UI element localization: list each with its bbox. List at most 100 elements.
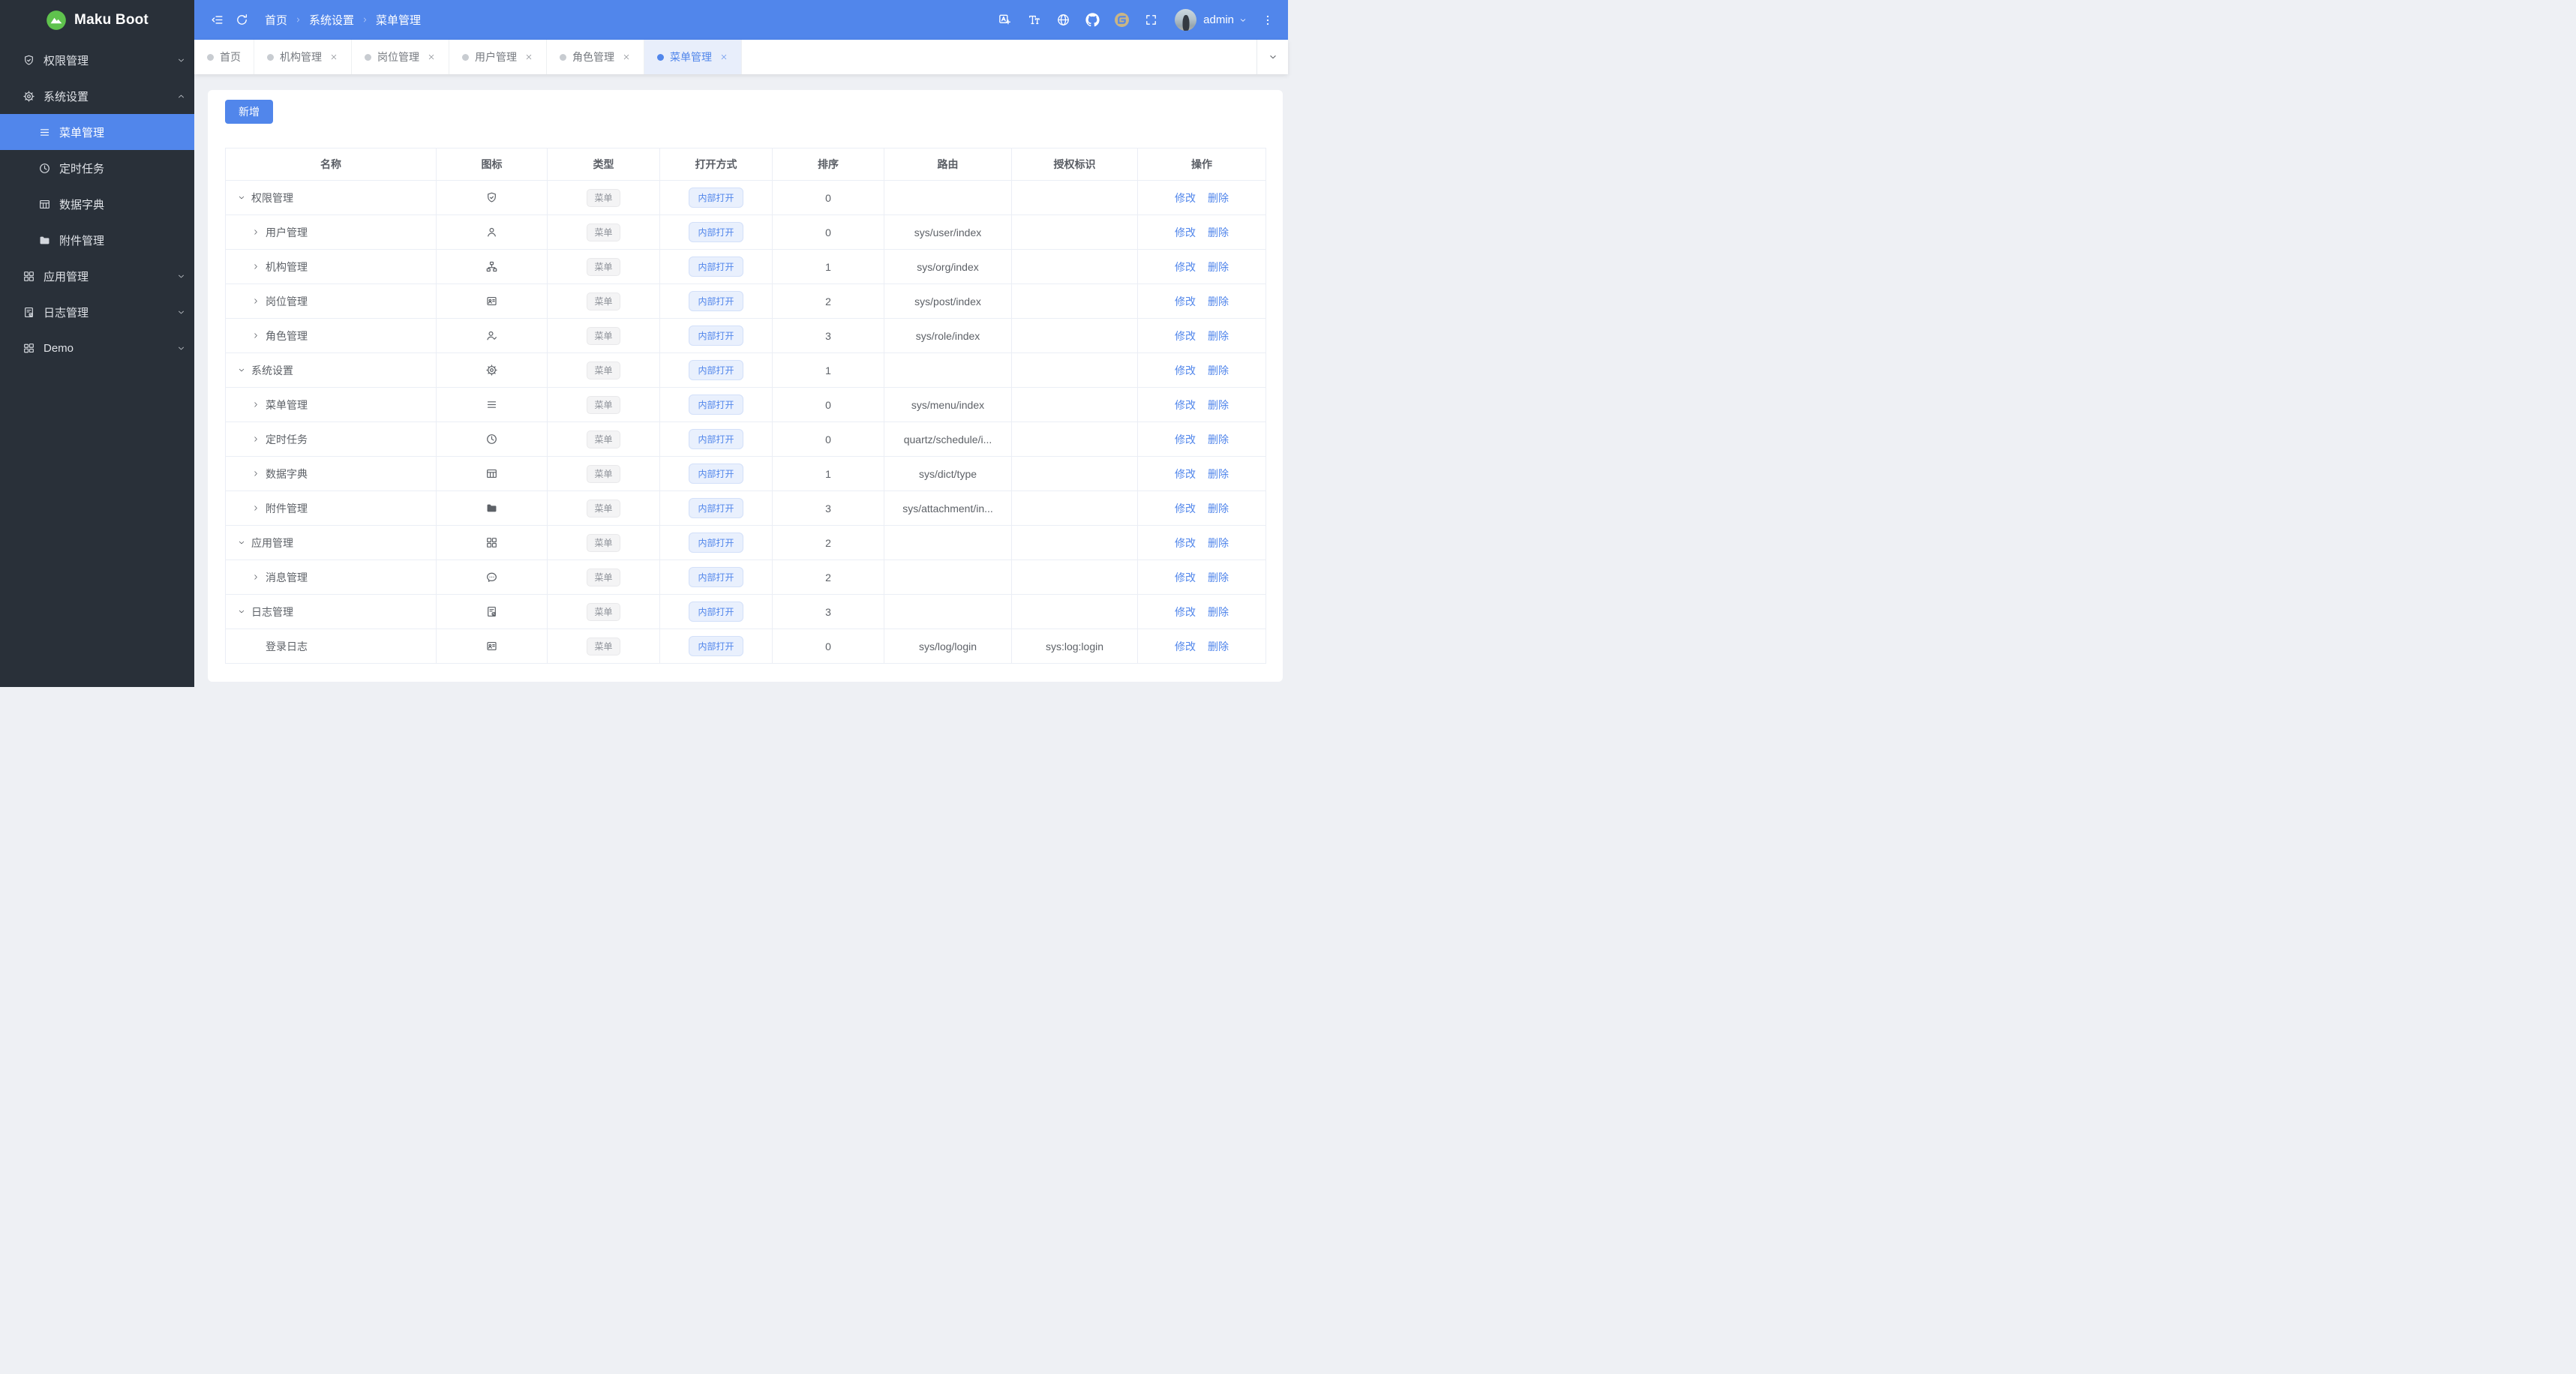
expand-collapse-icon[interactable] xyxy=(251,226,260,238)
edit-link[interactable]: 修改 xyxy=(1175,364,1196,376)
expand-collapse-icon[interactable] xyxy=(237,191,246,204)
expand-collapse-icon[interactable] xyxy=(251,295,260,308)
edit-link[interactable]: 修改 xyxy=(1175,192,1196,204)
github-icon[interactable] xyxy=(1078,7,1107,33)
route-cell: sys/dict/type xyxy=(884,456,1012,491)
edit-link[interactable]: 修改 xyxy=(1175,537,1196,549)
edit-link[interactable]: 修改 xyxy=(1175,572,1196,584)
edit-link[interactable]: 修改 xyxy=(1175,468,1196,480)
tab[interactable]: 首页 xyxy=(194,40,254,74)
delete-link[interactable]: 删除 xyxy=(1208,226,1229,238)
chevron-down-icon[interactable] xyxy=(1238,16,1247,25)
actions-cell: 修改 删除 xyxy=(1137,456,1266,491)
actions-cell: 修改 删除 xyxy=(1137,284,1266,319)
close-tab-icon[interactable] xyxy=(719,52,728,62)
edit-link[interactable]: 修改 xyxy=(1175,226,1196,238)
kebab-menu-icon[interactable] xyxy=(1255,8,1280,33)
expand-collapse-icon[interactable] xyxy=(237,605,246,618)
delete-link[interactable]: 删除 xyxy=(1208,330,1229,342)
delete-link[interactable]: 删除 xyxy=(1208,192,1229,204)
menu-name: 菜单管理 xyxy=(266,398,308,411)
user-check-icon xyxy=(485,329,498,342)
delete-link[interactable]: 删除 xyxy=(1208,640,1229,652)
sidebar-item[interactable]: 日志管理 xyxy=(0,294,194,330)
sidebar-subitem[interactable]: 数据字典 xyxy=(0,186,194,222)
edit-link[interactable]: 修改 xyxy=(1175,640,1196,652)
sidebar-subitem[interactable]: 菜单管理 xyxy=(0,114,194,150)
delete-link[interactable]: 删除 xyxy=(1208,364,1229,376)
edit-link[interactable]: 修改 xyxy=(1175,330,1196,342)
open-mode-cell: 内部打开 xyxy=(659,594,773,629)
sidebar-collapse-icon[interactable] xyxy=(205,8,230,32)
globe-icon[interactable] xyxy=(1049,7,1078,33)
table-grid-icon xyxy=(38,198,51,211)
edit-link[interactable]: 修改 xyxy=(1175,434,1196,446)
gitee-icon[interactable] xyxy=(1107,7,1136,33)
name-cell: 应用管理 xyxy=(225,525,437,560)
translate-icon[interactable] xyxy=(990,7,1019,33)
delete-link[interactable]: 删除 xyxy=(1208,468,1229,480)
edit-link[interactable]: 修改 xyxy=(1175,261,1196,273)
table-row: 系统设置 菜单 内部打开 1 修改 删除 xyxy=(225,352,1266,388)
tab[interactable]: 岗位管理 xyxy=(352,40,449,74)
username[interactable]: admin xyxy=(1203,14,1234,26)
delete-link[interactable]: 删除 xyxy=(1208,572,1229,584)
delete-link[interactable]: 删除 xyxy=(1208,296,1229,308)
sidebar-subitem[interactable]: 附件管理 xyxy=(0,222,194,258)
delete-link[interactable]: 删除 xyxy=(1208,399,1229,411)
delete-link[interactable]: 删除 xyxy=(1208,537,1229,549)
tab[interactable]: 用户管理 xyxy=(449,40,547,74)
delete-link[interactable]: 删除 xyxy=(1208,434,1229,446)
sidebar-item[interactable]: 系统设置 xyxy=(0,78,194,114)
expand-collapse-icon[interactable] xyxy=(251,467,260,480)
edit-link[interactable]: 修改 xyxy=(1175,399,1196,411)
expand-collapse-icon[interactable] xyxy=(237,364,246,376)
delete-link[interactable]: 删除 xyxy=(1208,261,1229,273)
close-tab-icon[interactable] xyxy=(427,52,436,62)
tab[interactable]: 角色管理 xyxy=(547,40,644,74)
shield-check-icon xyxy=(23,54,35,67)
sidebar-item[interactable]: 应用管理 xyxy=(0,258,194,294)
sort-cell: 1 xyxy=(772,456,884,491)
edit-link[interactable]: 修改 xyxy=(1175,502,1196,514)
fullscreen-icon[interactable] xyxy=(1136,7,1166,33)
sidebar-item[interactable]: 权限管理 xyxy=(0,42,194,78)
expand-collapse-icon[interactable] xyxy=(237,536,246,549)
expand-collapse-icon[interactable] xyxy=(251,433,260,446)
chevron-right-icon xyxy=(294,16,302,24)
refresh-icon[interactable] xyxy=(230,8,254,32)
close-tab-icon[interactable] xyxy=(329,52,338,62)
open-mode-cell: 内部打开 xyxy=(659,490,773,526)
sidebar-subitem[interactable]: 定时任务 xyxy=(0,150,194,186)
tab[interactable]: 机构管理 xyxy=(254,40,352,74)
content-card: 新增 名称 图标 类型 打开方式 排序 路由 授权标识 操作 权限管理 菜单 内部打开 0 修改 删除用… xyxy=(208,90,1283,682)
add-button[interactable]: 新增 xyxy=(225,100,273,124)
edit-link[interactable]: 修改 xyxy=(1175,296,1196,308)
tab-label: 菜单管理 xyxy=(670,51,712,63)
sidebar-item-label: 权限管理 xyxy=(44,54,89,68)
expand-collapse-icon[interactable] xyxy=(251,502,260,514)
delete-link[interactable]: 删除 xyxy=(1208,606,1229,618)
delete-link[interactable]: 删除 xyxy=(1208,502,1229,514)
breadcrumb-item[interactable]: 首页 xyxy=(265,12,287,28)
close-tab-icon[interactable] xyxy=(622,52,631,62)
doc-check-icon xyxy=(23,306,35,319)
expand-collapse-icon[interactable] xyxy=(251,398,260,411)
menu-lines-icon xyxy=(485,398,498,411)
expand-collapse-icon[interactable] xyxy=(251,329,260,342)
font-size-icon[interactable] xyxy=(1019,7,1049,33)
doc-check-icon xyxy=(485,605,498,618)
avatar[interactable] xyxy=(1175,9,1197,31)
tab-label: 岗位管理 xyxy=(377,51,419,63)
close-tab-icon[interactable] xyxy=(524,52,533,62)
tab[interactable]: 菜单管理 xyxy=(644,40,742,74)
expand-collapse-icon[interactable] xyxy=(251,260,260,273)
breadcrumb-item[interactable]: 系统设置 xyxy=(309,12,354,28)
edit-link[interactable]: 修改 xyxy=(1175,606,1196,618)
tab-dropdown-button[interactable] xyxy=(1256,40,1288,74)
type-badge: 菜单 xyxy=(587,430,620,448)
sidebar-item[interactable]: Demo xyxy=(0,330,194,366)
expand-collapse-icon[interactable] xyxy=(251,571,260,584)
app-logo[interactable]: Maku Boot xyxy=(0,0,194,40)
icon-cell xyxy=(436,422,548,457)
